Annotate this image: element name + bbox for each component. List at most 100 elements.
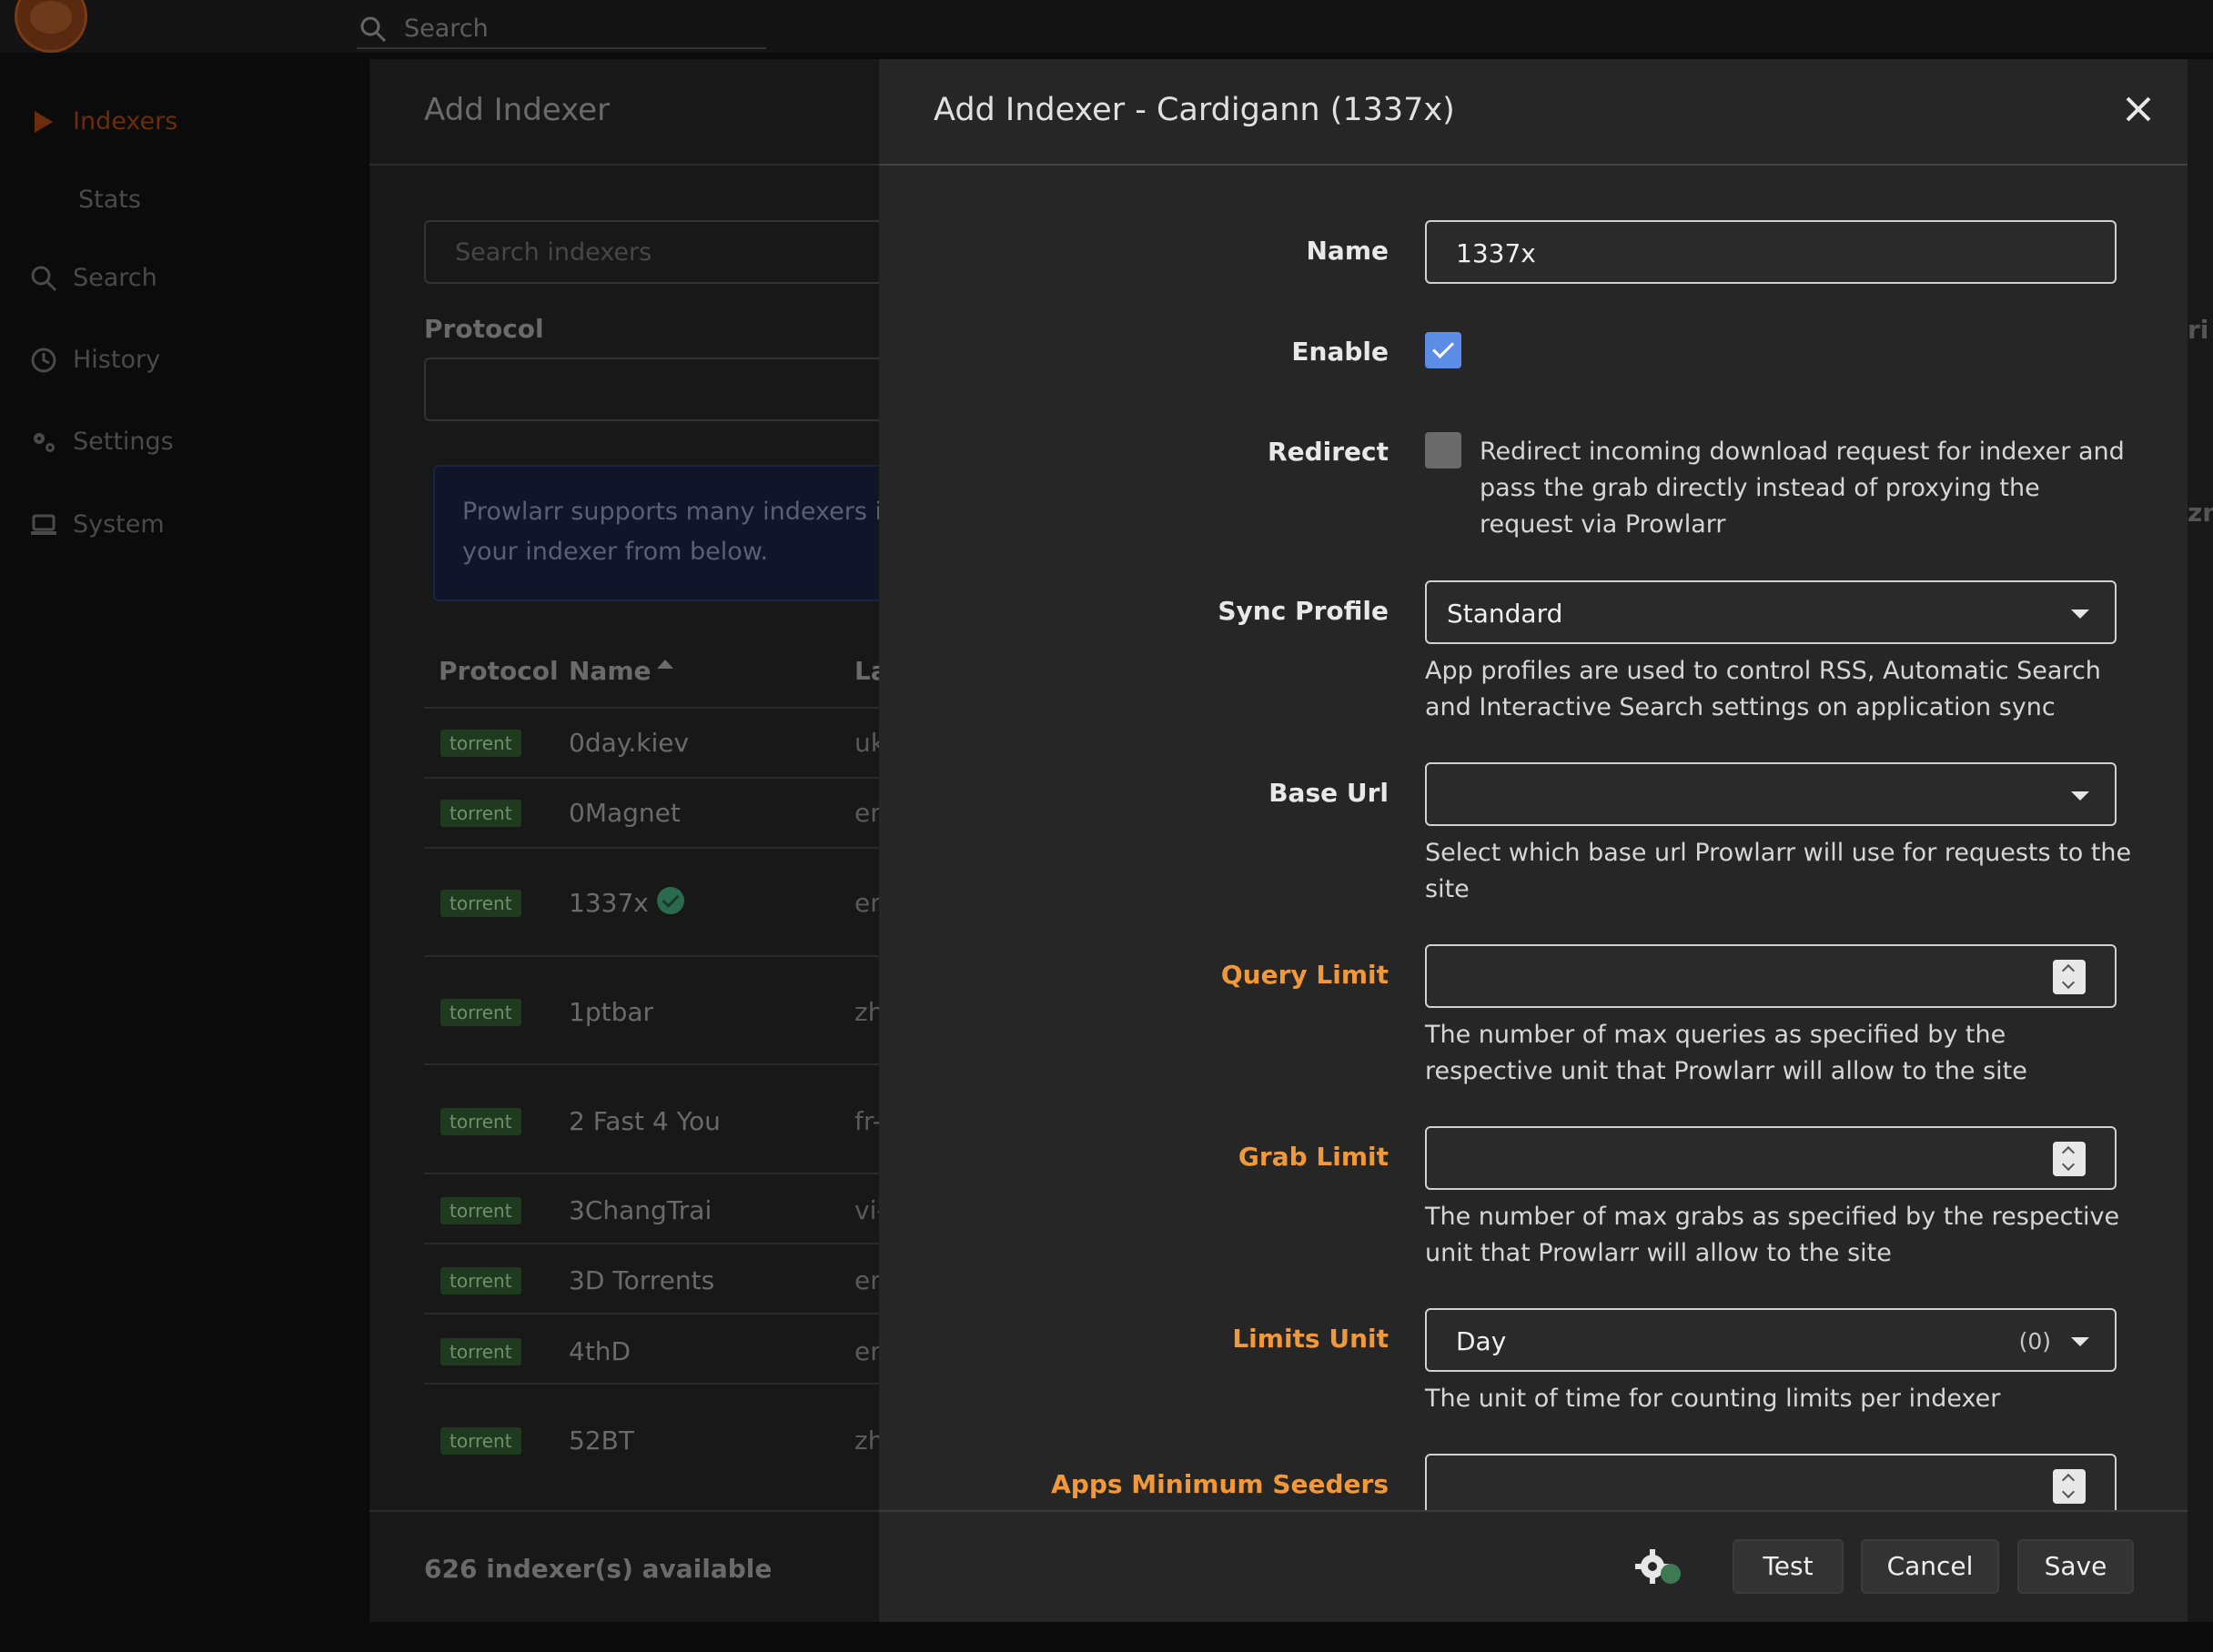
- search-indexers-input[interactable]: Search indexers: [424, 220, 897, 284]
- base-url-select[interactable]: [1425, 762, 2117, 826]
- grab-limit-help: The number of max grabs as specified by …: [1425, 1203, 2120, 1267]
- sidebar-item-stats[interactable]: Stats: [78, 186, 141, 214]
- row-divider: [424, 847, 897, 849]
- protocol-badge: torrent: [440, 999, 521, 1026]
- modal-title: Add Indexer - Cardigann (1337x): [934, 92, 1455, 128]
- app-root: Indexers Stats Search History Settings S…: [0, 0, 2213, 1652]
- row-divider: [424, 1383, 897, 1385]
- info-alert-line: your indexer from below.: [462, 538, 768, 566]
- indexer-name: 3ChangTrai: [569, 1195, 712, 1225]
- name-label: Name: [1306, 236, 1389, 266]
- info-alert: Prowlarr supports many indexers in a you…: [433, 465, 897, 601]
- search-indexers-placeholder: Search indexers: [455, 238, 652, 267]
- sidebar-item-label: System: [73, 510, 165, 539]
- protocol-filter-select[interactable]: [424, 358, 897, 421]
- limits-unit-label: Limits Unit: [1232, 1324, 1389, 1354]
- indexer-name: 1337x: [569, 888, 649, 918]
- laptop-icon: [31, 514, 56, 535]
- indexer-language: fr-: [854, 1106, 882, 1136]
- number-stepper[interactable]: [2053, 1469, 2086, 1504]
- apps-min-seeders-clip: [1425, 1454, 2117, 1510]
- apps-min-seeders-input[interactable]: [1425, 1454, 2117, 1510]
- name-value: 1337x: [1456, 238, 1536, 268]
- table-header-divider: [424, 707, 897, 709]
- right-peek-panel: ri zn: [2188, 59, 2213, 1622]
- chevron-down-icon: [2071, 1337, 2089, 1346]
- base-url-help: Select which base url Prowlarr will use …: [1425, 839, 2132, 903]
- row-divider: [424, 1173, 897, 1174]
- panel-title: Add Indexer: [424, 92, 611, 128]
- redirect-checkbox[interactable]: [1425, 432, 1461, 468]
- sidebar-item-label: Indexers: [73, 107, 178, 136]
- enable-label: Enable: [1291, 337, 1389, 367]
- query-limit-help: The number of max queries as specified b…: [1425, 1021, 2027, 1085]
- sync-profile-select[interactable]: Standard: [1425, 580, 2117, 644]
- indexer-name: 52BT: [569, 1425, 634, 1456]
- advanced-settings-icon[interactable]: [1632, 1545, 1687, 1590]
- sidebar-item-label: History: [73, 346, 161, 374]
- peek-label: zn: [2188, 498, 2213, 528]
- row-divider: [424, 777, 897, 779]
- limits-unit-select[interactable]: Day (0): [1425, 1308, 2117, 1372]
- logo-face: [30, 1, 72, 34]
- history-icon: [31, 348, 56, 373]
- protocol-badge: torrent: [440, 890, 521, 917]
- indexer-name: 4thD: [569, 1336, 632, 1366]
- sidebar-item-system[interactable]: System: [0, 492, 369, 556]
- number-stepper[interactable]: [2053, 960, 2086, 994]
- peek-label: ri: [2188, 315, 2209, 345]
- search-icon: [360, 16, 387, 43]
- check-circle-icon: [657, 887, 684, 914]
- protocol-badge: torrent: [440, 1338, 521, 1365]
- sidebar-item-indexers[interactable]: Indexers: [0, 89, 369, 153]
- add-indexer-panel: Add Indexer Search indexers Protocol Pro…: [369, 59, 897, 1622]
- sidebar-item-history[interactable]: History: [0, 327, 369, 391]
- sync-profile-label: Sync Profile: [1218, 596, 1389, 626]
- protocol-badge: torrent: [440, 730, 521, 757]
- protocol-filter-label: Protocol: [424, 314, 544, 344]
- test-button[interactable]: Test: [1733, 1539, 1844, 1594]
- chevron-down-icon: [2071, 791, 2089, 801]
- limits-unit-help: The unit of time for counting limits per…: [1425, 1385, 2001, 1413]
- protocol-badge: torrent: [440, 1108, 521, 1135]
- sidebar-item-search[interactable]: Search: [0, 246, 369, 309]
- name-input[interactable]: 1337x: [1425, 220, 2117, 284]
- indexer-name: 2 Fast 4 You: [569, 1106, 721, 1136]
- save-button[interactable]: Save: [2017, 1539, 2134, 1594]
- indexer-name: 0Magnet: [569, 798, 681, 828]
- row-divider: [424, 1063, 897, 1065]
- indexer-name: 3D Torrents: [569, 1265, 715, 1295]
- sidebar-item-settings[interactable]: Settings: [0, 409, 369, 473]
- grab-limit-label: Grab Limit: [1238, 1142, 1389, 1172]
- chevron-down-icon: [2071, 609, 2089, 619]
- redirect-help: Redirect incoming download request for i…: [1480, 438, 2125, 539]
- protocol-badge: torrent: [440, 1267, 521, 1294]
- column-header-name[interactable]: Name: [569, 656, 652, 686]
- info-alert-text: Prowlarr supports many indexers in a you…: [462, 492, 890, 572]
- apps-min-seeders-label: Apps Minimum Seeders: [1051, 1469, 1389, 1499]
- global-search-input[interactable]: [404, 11, 759, 45]
- prowlarr-logo[interactable]: [15, 0, 87, 53]
- protocol-badge: torrent: [440, 1197, 521, 1224]
- cancel-button[interactable]: Cancel: [1861, 1539, 1999, 1594]
- panel-footer-divider: [369, 1510, 879, 1512]
- row-divider: [424, 955, 897, 957]
- close-icon[interactable]: [2122, 93, 2155, 126]
- redirect-label: Redirect: [1268, 437, 1389, 467]
- query-limit-input[interactable]: [1425, 944, 2117, 1008]
- indexer-count: 626 indexer(s) available: [424, 1554, 773, 1584]
- base-url-label: Base Url: [1268, 778, 1389, 808]
- indexer-name: 0day.kiev: [569, 728, 690, 758]
- top-bar: [0, 0, 2213, 53]
- row-divider: [424, 1243, 897, 1244]
- sidebar-item-label: Search: [73, 264, 157, 292]
- sidebar-item-label: Settings: [73, 428, 174, 456]
- limits-unit-count: (0): [2018, 1328, 2051, 1355]
- modal-footer: Test Cancel Save: [879, 1512, 2188, 1622]
- column-header-protocol[interactable]: Protocol: [439, 656, 559, 686]
- enable-checkbox[interactable]: [1425, 332, 1461, 368]
- number-stepper[interactable]: [2053, 1142, 2086, 1176]
- panel-divider: [369, 164, 879, 166]
- info-alert-line: Prowlarr supports many indexers in a: [462, 498, 890, 526]
- grab-limit-input[interactable]: [1425, 1126, 2117, 1190]
